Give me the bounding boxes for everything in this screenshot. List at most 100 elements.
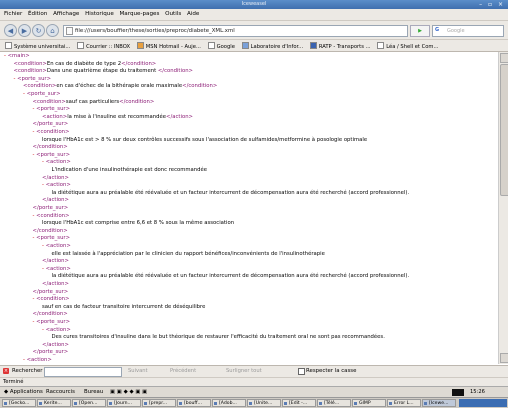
xml-line: </porte_sur>: [33, 121, 69, 129]
taskbar-button[interactable]: Error L...: [387, 399, 421, 407]
collapse-toggle[interactable]: -: [4, 53, 6, 59]
xml-open-tag: <condition>: [36, 296, 70, 303]
taskbar-button[interactable]: [bouff...: [177, 399, 211, 407]
xml-line: L'indication d'une insulinothérapie est …: [52, 167, 208, 175]
window-controls[interactable]: – ▫ ×: [479, 1, 505, 8]
collapse-toggle[interactable]: -: [42, 159, 44, 165]
taskbar-button[interactable]: Kerite...: [37, 399, 71, 407]
xml-line[interactable]: - <porte_sur>: [33, 152, 71, 160]
taskbar-button[interactable]: [Gecko...: [2, 399, 36, 407]
bookmark-item[interactable]: Léa / Shell et Com...: [377, 42, 438, 50]
xml-line[interactable]: - <action>: [42, 159, 71, 167]
xml-text: Dans une quatrième étape du traitement: [46, 68, 158, 75]
collapse-toggle[interactable]: -: [33, 129, 35, 135]
taskbar-button[interactable]: [Journ...: [107, 399, 141, 407]
url-text[interactable]: file:///users/bouffier/these/sorties/pre…: [75, 28, 235, 34]
xml-open-tag: </porte_sur>: [32, 349, 69, 356]
xml-text: L'indication d'une insulinothérapie est …: [51, 167, 208, 173]
xml-open-tag: <action>: [45, 159, 71, 166]
find-next-button[interactable]: Suivant: [128, 368, 148, 374]
scroll-up-icon[interactable]: [500, 53, 508, 63]
xml-line[interactable]: - <action>: [23, 357, 52, 364]
applications-menu[interactable]: ◆ Applications: [4, 389, 43, 395]
home-icon[interactable]: ⌂: [46, 24, 59, 37]
collapse-toggle[interactable]: -: [33, 106, 35, 112]
xml-line[interactable]: - <porte_sur>: [33, 319, 71, 327]
collapse-toggle[interactable]: -: [33, 213, 35, 219]
xml-close-tag: </condition>: [182, 83, 218, 90]
collapse-toggle[interactable]: -: [42, 266, 44, 272]
xml-line[interactable]: - <condition>: [33, 129, 70, 137]
collapse-toggle[interactable]: -: [33, 235, 35, 241]
collapse-toggle[interactable]: -: [42, 327, 44, 333]
xml-open-tag: <condition>: [36, 212, 70, 219]
taskbar-button[interactable]: [Unite...: [247, 399, 281, 407]
find-label: Rechercher :: [12, 368, 47, 374]
taskbar-button[interactable]: [Edit -...: [282, 399, 316, 407]
collapse-toggle[interactable]: -: [42, 182, 44, 188]
reload-icon[interactable]: ↻: [32, 24, 45, 37]
collapse-toggle[interactable]: -: [23, 357, 25, 363]
xml-open-tag: </action>: [42, 174, 69, 181]
xml-line[interactable]: - <action>: [42, 243, 71, 251]
collapse-toggle[interactable]: -: [14, 76, 16, 82]
menu-affichage[interactable]: Affichage: [53, 11, 79, 17]
xml-open-tag: </action>: [42, 341, 69, 348]
xml-open-tag: <porte_sur>: [36, 235, 71, 242]
taskbar-button[interactable]: [Adob...: [212, 399, 246, 407]
xml-open-tag: <condition>: [36, 129, 70, 135]
bookmark-item[interactable]: Système universitai...: [5, 42, 70, 50]
close-icon[interactable]: ×: [3, 368, 9, 374]
taskbar-button[interactable]: [Open...: [72, 399, 106, 407]
menu-aide[interactable]: Aide: [187, 11, 199, 17]
taskbar-button[interactable]: [prepr...: [142, 399, 176, 407]
taskbar-button[interactable]: GIMP: [352, 399, 386, 407]
menu-historique[interactable]: Historique: [85, 11, 114, 17]
xml-line: lorsque l'HbA1c est comprise entre 6,6 e…: [42, 220, 234, 228]
system-menu[interactable]: Bureau: [84, 389, 103, 395]
highlight-all-button[interactable]: Surligner tout: [226, 368, 262, 374]
taskbar-button[interactable]: [Icewe...: [422, 399, 456, 407]
xml-line[interactable]: - <porte_sur>: [33, 106, 71, 114]
xml-open-tag: <action>: [42, 113, 68, 120]
places-menu[interactable]: Raccourcis: [46, 389, 75, 395]
back-arrow-icon[interactable]: ◀: [4, 24, 17, 37]
xml-open-tag: </action>: [42, 258, 69, 265]
vertical-scrollbar[interactable]: [498, 52, 508, 364]
find-input[interactable]: [44, 367, 122, 377]
xml-line[interactable]: - <action>: [42, 182, 71, 190]
xml-line[interactable]: - <porte_sur>: [33, 235, 71, 243]
url-bar[interactable]: file:///users/bouffier/these/sorties/pre…: [63, 25, 408, 37]
menu-fichier[interactable]: Fichier: [4, 11, 22, 17]
xml-open-tag: <porte_sur>: [36, 106, 71, 113]
collapse-toggle[interactable]: -: [33, 152, 35, 158]
find-previous-button[interactable]: Précédent: [170, 368, 196, 374]
menu-outils[interactable]: Outils: [165, 11, 181, 17]
bookmark-item[interactable]: RATP - Transports ...: [309, 42, 371, 50]
collapse-toggle[interactable]: -: [33, 319, 35, 325]
forward-arrow-icon[interactable]: ▶: [18, 24, 31, 37]
collapse-toggle[interactable]: -: [23, 91, 25, 97]
search-box[interactable]: G Google: [432, 25, 504, 37]
launcher-icons[interactable]: ▣ ▣ ◆ ◆ ▣ ▣: [110, 389, 147, 395]
match-case-checkbox[interactable]: [298, 368, 305, 375]
match-case-label[interactable]: Respecter la casse: [306, 368, 356, 374]
xml-line[interactable]: - <porte_sur>: [23, 91, 61, 99]
google-icon[interactable]: G: [435, 27, 439, 33]
scroll-down-icon[interactable]: [500, 353, 508, 363]
workspace-switcher[interactable]: [459, 399, 507, 407]
xml-line[interactable]: - <condition>: [33, 296, 70, 304]
collapse-toggle[interactable]: -: [42, 243, 44, 249]
bookmark-item[interactable]: Laboratoire d'Infor...: [241, 42, 303, 50]
bookmark-item[interactable]: Google: [207, 42, 235, 50]
menu-edition[interactable]: Édition: [28, 11, 47, 17]
menu-marque-pages[interactable]: Marque-pages: [119, 11, 159, 17]
bookmark-item[interactable]: Courrier :: INBOX: [77, 42, 130, 50]
xml-text: lorsque l'HbA1c est > 8 % sur deux contr…: [42, 136, 368, 143]
scroll-thumb[interactable]: [500, 64, 508, 196]
collapse-toggle[interactable]: -: [33, 296, 35, 302]
xml-line[interactable]: - <main>: [4, 53, 30, 61]
bookmark-item[interactable]: MSN Hotmail - Auje...: [136, 42, 201, 50]
go-button[interactable]: ▶: [410, 25, 430, 37]
taskbar-button[interactable]: [Télé...: [317, 399, 351, 407]
